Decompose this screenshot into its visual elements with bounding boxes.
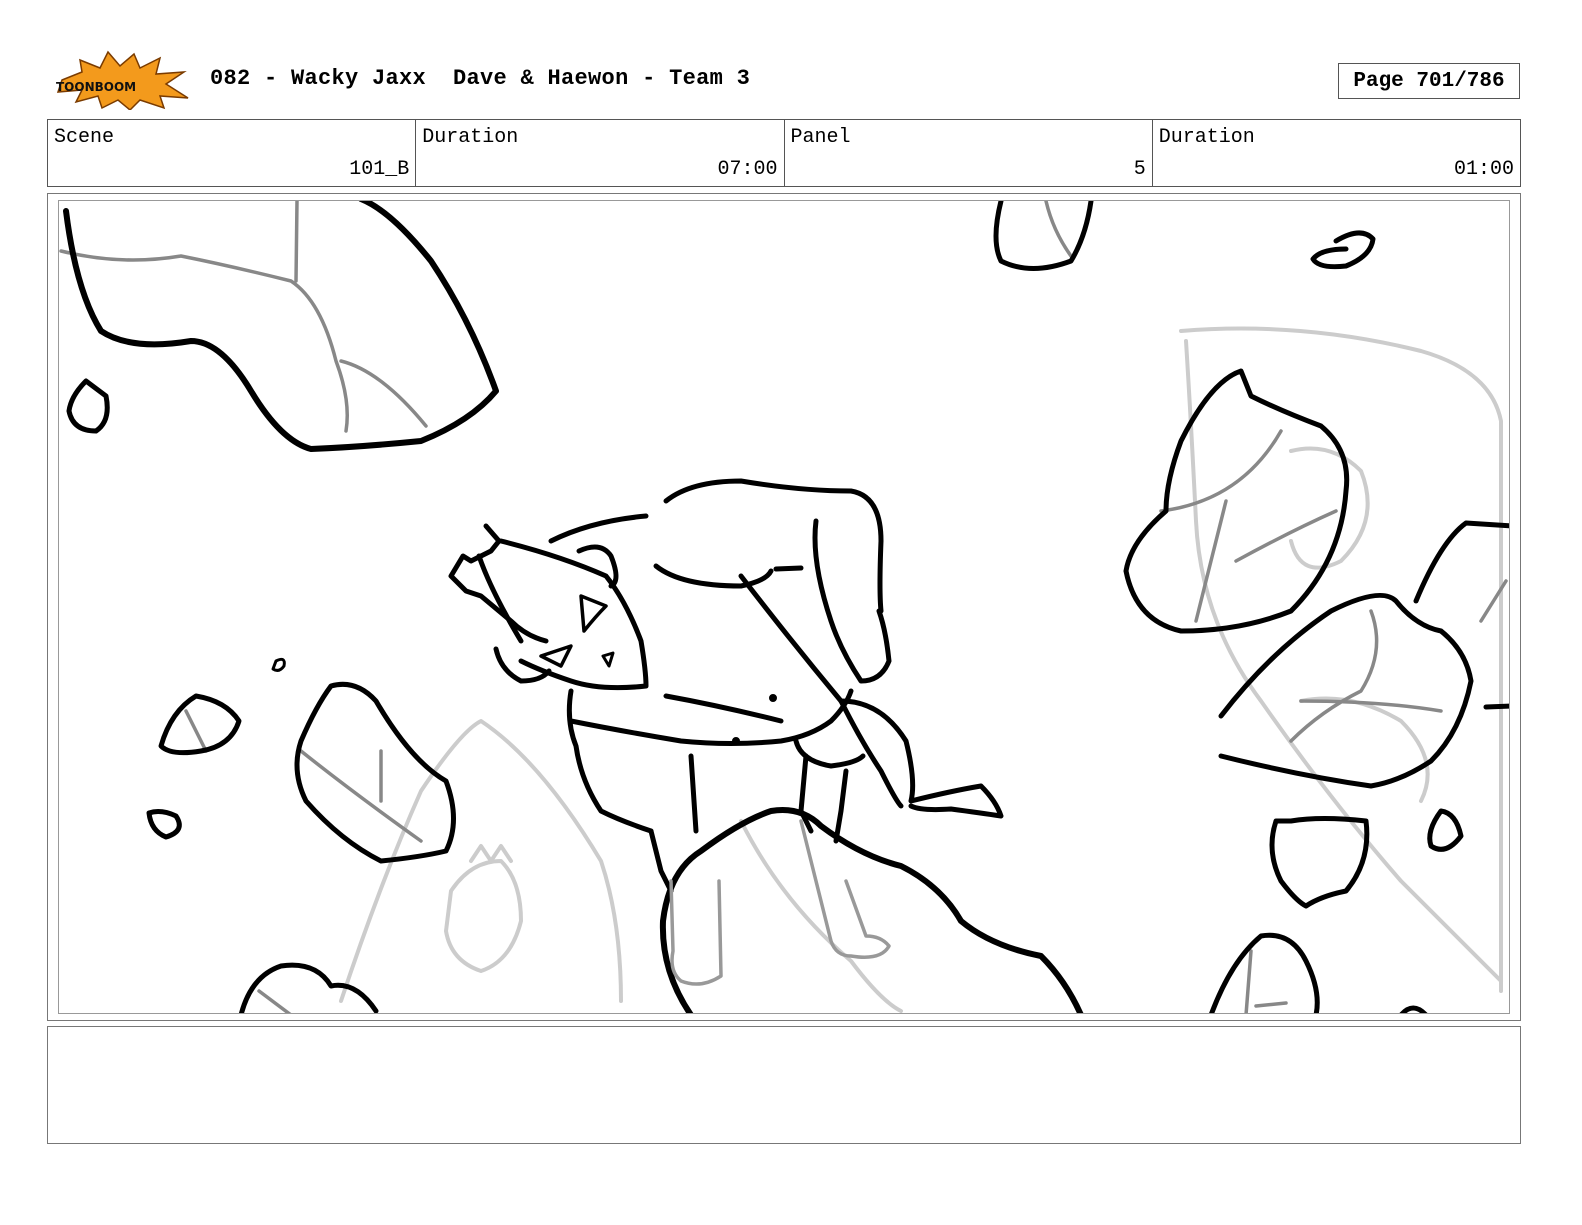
notes-box — [47, 1026, 1521, 1144]
toonboom-logo: TOONBOOM — [52, 50, 190, 112]
scene-duration-value: 07:00 — [717, 158, 778, 181]
page-indicator: Page 701/786 — [1338, 63, 1520, 99]
panel-duration-value: 01:00 — [1453, 158, 1514, 181]
logo-text: TOONBOOM — [56, 80, 136, 94]
scene-cell: Scene 101_B — [48, 120, 417, 186]
scene-label: Scene — [54, 126, 115, 149]
scene-info-table: Scene 101_B Duration 07:00 Panel 5 Durat… — [47, 119, 1521, 187]
scene-duration-cell: Duration 07:00 — [416, 120, 785, 186]
ink-lines — [63, 201, 1509, 1013]
storyboard-title: 082 - Wacky Jaxx Dave & Haewon - Team 3 — [210, 66, 751, 91]
storyboard-drawing — [58, 200, 1510, 1014]
panel-cell: Panel 5 — [785, 120, 1153, 186]
panel-duration-label: Duration — [1158, 126, 1255, 149]
panel-value: 5 — [1133, 158, 1146, 181]
scene-value: 101_B — [349, 158, 410, 181]
panel-label: Panel — [790, 126, 851, 149]
panel-duration-cell: Duration 01:00 — [1153, 120, 1520, 186]
scene-duration-label: Duration — [422, 126, 519, 149]
